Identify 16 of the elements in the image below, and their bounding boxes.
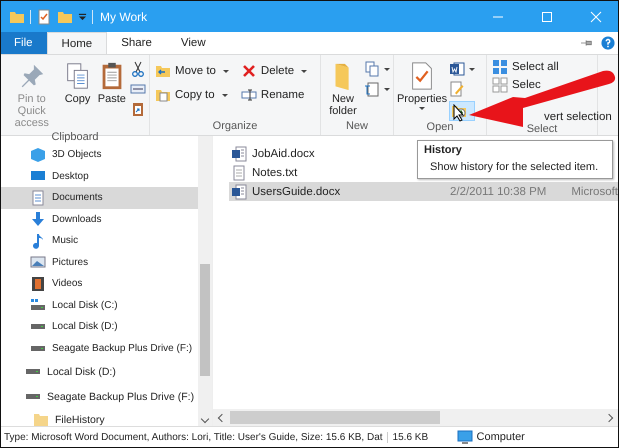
file-type: Microsoft: [571, 186, 618, 198]
status-details: Type: Microsoft Word Document, Authors: Lori, Title: User's Guide, Size: 15.6 KB, Dat: [1, 432, 388, 442]
file-name: JobAid.docx: [252, 148, 315, 160]
status-size: 15.6 KB: [392, 432, 430, 442]
file-name: Notes.txt: [252, 166, 298, 178]
tooltip-title: History: [424, 144, 463, 156]
group-label: New: [346, 120, 368, 132]
status-location: Computer: [476, 431, 525, 443]
group-label: Organize: [212, 120, 258, 132]
file-name: UsersGuide.docx: [252, 186, 340, 198]
group-label: Select: [526, 123, 558, 135]
group-label: Clipboard: [51, 131, 99, 143]
group-label: Open: [426, 121, 454, 133]
file-date: 2/2/2011 10:38 PM: [450, 186, 546, 198]
tooltip-text: Show history for the selected item.: [429, 161, 600, 173]
window-title: My Work: [100, 10, 148, 24]
